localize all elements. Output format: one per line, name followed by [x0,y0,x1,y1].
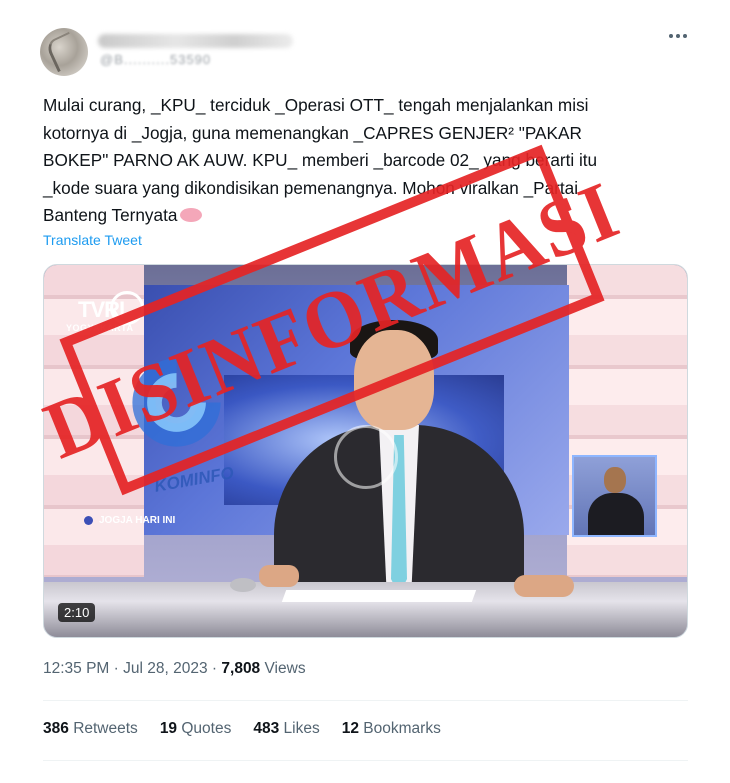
tweet-line: Mulai curang, _KPU_ terciduk _Operasi OT… [43,95,589,115]
translate-tweet-link[interactable]: Translate Tweet [43,232,142,248]
sign-language-inset [572,455,657,537]
tweet-meta: 12:35 PM · Jul 28, 2023 · 7,808 Views [43,660,306,678]
lower-third-text: JOGJA HARI INI [99,515,176,526]
quotes-count: 19 [159,720,178,737]
anchor-right-hand [514,575,574,597]
tweet-line: _kode suara yang dikondisikan pemenangny… [43,177,579,198]
quotes-label: Quotes [181,720,232,737]
play-button[interactable] [334,425,398,489]
tweet-line: BOKEP" PARNO AK AUW. KPU_ memberi _barco… [43,150,598,170]
quotes-stat[interactable]: 19 Quotes [160,720,232,738]
desk-mouse [230,578,256,592]
retweets-count: 386 [43,720,69,737]
lower-third: JOGJA HARI INI [84,515,175,526]
bookmarks-label: Bookmarks [363,720,441,737]
retweets-label: Retweets [73,720,138,737]
views-count: 7,808 [221,660,261,677]
views-label: Views [264,660,306,677]
author-name-redacted[interactable] [98,34,293,48]
meta-separator: · [113,660,124,677]
likes-stat[interactable]: 483 Likes [253,720,319,738]
pig-emoji-icon [180,208,203,222]
tweet-line-last: Banteng Ternyata [43,202,683,230]
anchor-left-hand [259,565,299,587]
bookmarks-stat[interactable]: 12 Bookmarks [342,720,441,738]
desk-paper [281,590,477,602]
tweet-time[interactable]: 12:35 PM [43,660,109,677]
anchor-head [354,330,434,430]
author-handle[interactable]: @B..........53590 [100,52,211,67]
likes-label: Likes [283,720,320,737]
author-avatar[interactable] [40,28,88,76]
video-media[interactable]: TVRI YOGYAKARTA JOGJA HARI INI KOMINFO 2… [43,264,688,638]
likes-count: 483 [253,720,280,737]
more-icon[interactable] [664,22,692,50]
retweets-stat[interactable]: 386 Retweets [43,720,138,738]
tvri-logo-icon: TVRI [58,279,144,329]
tweet-line: Banteng Ternyata [43,205,178,225]
tvri-region: YOGYAKARTA [66,323,134,333]
engagement-stats: 386 Retweets 19 Quotes 483 Likes 12 Book… [43,720,441,738]
tweet-line: kotornya di _Jogja, guna memenangkan _CA… [43,122,582,143]
tweet-text: Mulai curang, _KPU_ terciduk _Operasi OT… [43,92,683,230]
divider-top [43,700,688,701]
tvri-logo-ring [110,291,144,325]
interpreter-body [588,493,644,535]
video-duration: 2:10 [58,603,96,622]
kominfo-logo-icon [132,358,221,447]
tweet-date[interactable]: Jul 28, 2023 [123,660,207,677]
interpreter-head [604,467,626,493]
meta-separator: · [211,660,222,677]
lower-third-dot [84,516,93,525]
divider-bottom [43,760,688,761]
bookmarks-count: 12 [341,720,359,737]
